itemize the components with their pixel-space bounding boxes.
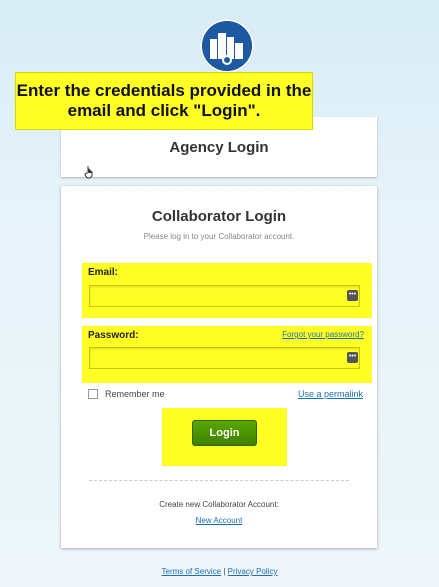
hand-pointer-icon [84,166,93,179]
email-label: Email: [88,267,119,278]
email-field[interactable] [89,285,360,307]
footer: Terms of Service | Privacy Policy [0,567,439,576]
privacy-policy-link[interactable]: Privacy Policy [228,567,278,576]
city-logo-icon [200,19,254,73]
use-permalink-link[interactable]: Use a permalink [298,389,363,399]
collaborator-login-subtitle: Please log in to your Collaborator accou… [143,232,295,241]
password-manager-key-icon[interactable]: ••• [347,352,358,363]
password-field[interactable] [89,347,360,369]
create-account-text: Create new Collaborator Account: [159,500,279,509]
forgot-password-link[interactable]: Forgot your password? [282,330,364,339]
password-highlight: Password: Forgot your password? ••• [82,326,372,383]
collaborator-login-card: Collaborator Login Please log in to your… [61,186,377,548]
footer-separator: | [223,567,226,576]
remember-me-checkbox[interactable] [88,389,98,399]
divider [89,480,349,481]
new-account-link[interactable]: New Account [61,516,377,525]
collaborator-login-title: Collaborator Login [151,208,287,225]
agency-login-title: Agency Login [169,139,269,156]
login-button[interactable]: Login [192,420,257,446]
remember-me-label[interactable]: Remember me [105,389,165,399]
login-highlight: Login [162,408,287,466]
terms-of-service-link[interactable]: Terms of Service [162,567,222,576]
password-manager-key-icon[interactable]: ••• [347,290,358,301]
email-highlight: Email: ••• [82,263,372,318]
instruction-callout: Enter the credentials provided in the em… [15,72,313,130]
password-label: Password: [88,330,139,341]
